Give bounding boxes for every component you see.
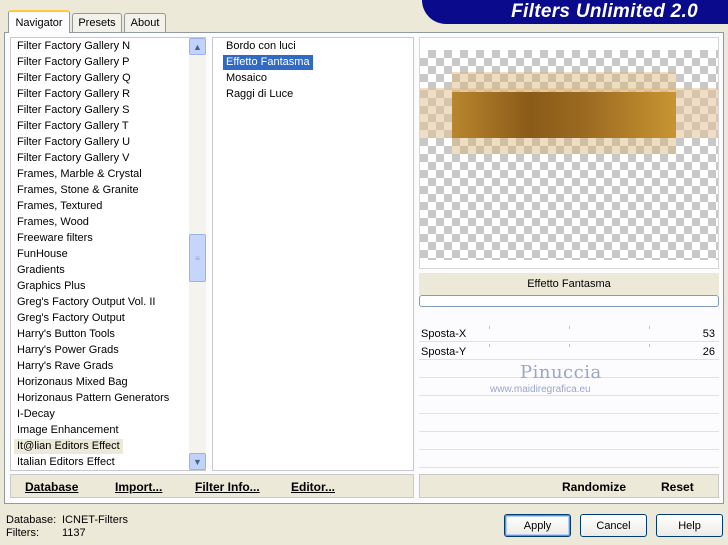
title-banner: Filters Unlimited 2.0 [422, 0, 728, 24]
filters-count: 1137 [62, 527, 86, 539]
reset-button[interactable]: Reset [661, 480, 694, 494]
category-item[interactable]: Gradients [17, 263, 65, 278]
category-item[interactable]: Filter Factory Gallery R [17, 87, 130, 102]
category-item[interactable]: Horizonaus Pattern Generators [17, 391, 169, 406]
category-item[interactable]: Frames, Textured [17, 199, 102, 214]
app-title: Filters Unlimited 2.0 [511, 1, 698, 22]
param-label: Sposta-Y [421, 346, 467, 358]
filter-name-label: Effetto Fantasma [419, 273, 719, 295]
param-value: 26 [702, 346, 715, 358]
category-item[interactable]: Horizonaus Mixed Bag [17, 375, 128, 390]
scroll-down-button[interactable]: ▼ [189, 453, 206, 470]
cancel-button[interactable]: Cancel [580, 514, 647, 537]
param-row-sposta-x[interactable]: Sposta-X 53 [419, 326, 719, 342]
chevron-down-icon: ▼ [193, 456, 202, 467]
toolbar-right: Randomize Reset [419, 474, 719, 498]
category-item[interactable]: Image Enhancement [17, 423, 119, 438]
param-row-empty [419, 398, 719, 414]
category-item[interactable]: Filter Factory Gallery N [17, 39, 130, 54]
category-item[interactable]: Greg's Factory Output [17, 311, 125, 326]
filter-item[interactable]: Bordo con luci [223, 39, 299, 54]
randomize-button[interactable]: Randomize [562, 480, 626, 494]
database-button[interactable]: Database [25, 480, 78, 494]
help-button[interactable]: Help [656, 514, 723, 537]
watermark-url: www.maidiregrafica.eu [490, 384, 591, 395]
category-item[interactable]: Frames, Wood [17, 215, 89, 230]
param-row-sposta-y[interactable]: Sposta-Y 26 [419, 344, 719, 360]
category-scrollbar[interactable]: ▲ ≡ ▼ [189, 38, 206, 470]
category-item[interactable]: Frames, Marble & Crystal [17, 167, 142, 182]
category-item[interactable]: Graphics Plus [17, 279, 85, 294]
category-item[interactable]: Frames, Stone & Granite [17, 183, 139, 198]
category-item[interactable]: Greg's Factory Output Vol. II [17, 295, 155, 310]
apply-button[interactable]: Apply [504, 514, 571, 537]
param-row-empty [419, 434, 719, 450]
progress-bar [419, 295, 719, 307]
category-item[interactable]: Filter Factory Gallery Q [17, 71, 131, 86]
category-item[interactable]: Filter Factory Gallery V [17, 151, 129, 166]
category-list[interactable]: Filter Factory Gallery N Filter Factory … [10, 37, 206, 471]
database-label: Database: [6, 514, 57, 526]
param-value: 53 [702, 328, 715, 340]
category-item[interactable]: Freeware filters [17, 231, 93, 246]
filter-item[interactable]: Mosaico [223, 71, 270, 86]
param-row-empty [419, 452, 719, 468]
watermark-name: Pinuccia [520, 362, 602, 383]
scroll-thumb[interactable]: ≡ [189, 234, 206, 282]
database-value: ICNET-Filters [62, 514, 128, 526]
category-item[interactable]: Harry's Button Tools [17, 327, 115, 342]
toolbar-left: Database Import... Filter Info... Editor… [10, 474, 414, 498]
editor-button[interactable]: Editor... [291, 480, 335, 494]
category-item[interactable]: Harry's Rave Grads [17, 359, 113, 374]
category-item[interactable]: Filter Factory Gallery S [17, 103, 129, 118]
scroll-up-button[interactable]: ▲ [189, 38, 206, 55]
category-item[interactable]: I-Decay [17, 407, 55, 422]
chevron-up-icon: ▲ [193, 41, 202, 52]
category-item[interactable]: Filter Factory Gallery U [17, 135, 130, 150]
param-row-empty [419, 416, 719, 432]
category-item[interactable]: Filter Factory Gallery P [17, 55, 129, 70]
filter-info-button[interactable]: Filter Info... [195, 480, 260, 494]
grip-icon: ≡ [195, 253, 200, 263]
category-item[interactable]: Filter Factory Gallery T [17, 119, 129, 134]
category-item[interactable]: Italian Editors Effect [17, 455, 115, 470]
category-item[interactable]: FunHouse [17, 247, 68, 262]
import-button[interactable]: Import... [115, 480, 162, 494]
tab-presets[interactable]: Presets [72, 13, 122, 32]
filter-item[interactable]: Raggi di Luce [223, 87, 296, 102]
tab-about[interactable]: About [124, 13, 166, 32]
preview-bar [452, 92, 676, 138]
category-item-selected[interactable]: It@lian Editors Effect [14, 439, 123, 454]
filters-label: Filters: [6, 527, 39, 539]
filter-item-selected[interactable]: Effetto Fantasma [223, 55, 313, 70]
tab-navigator[interactable]: Navigator [8, 10, 70, 33]
filter-list[interactable]: Bordo con luci Effetto Fantasma Mosaico … [212, 37, 414, 471]
param-label: Sposta-X [421, 328, 467, 340]
category-item[interactable]: Harry's Power Grads [17, 343, 119, 358]
